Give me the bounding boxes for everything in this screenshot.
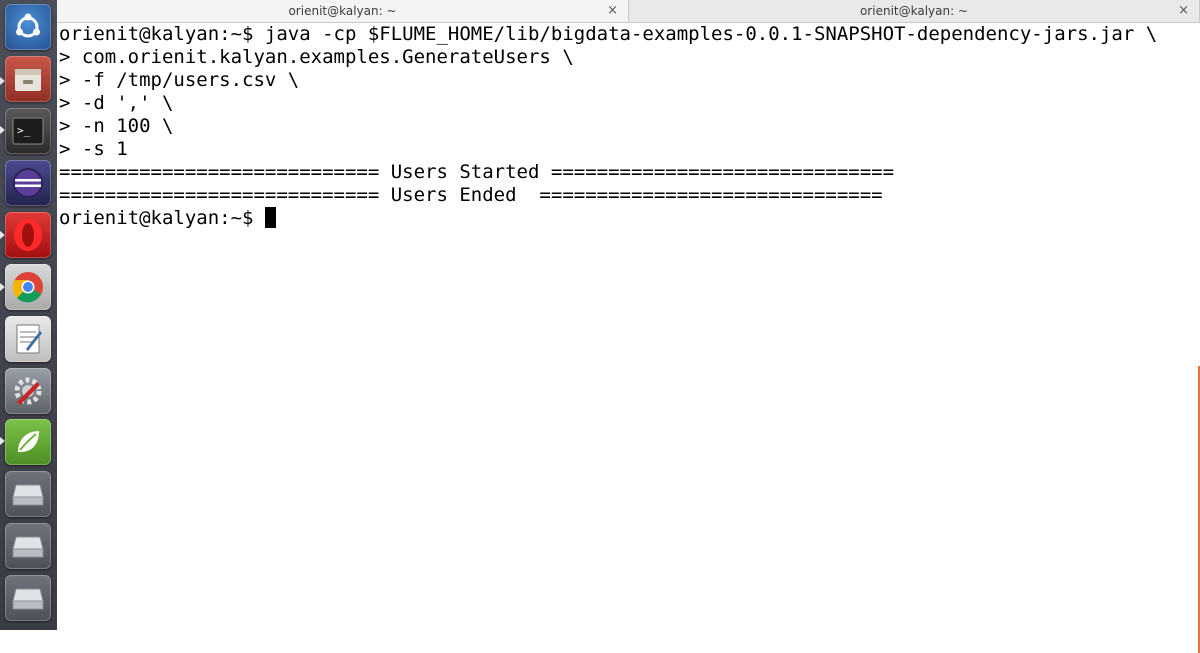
close-icon[interactable]: × — [1178, 3, 1189, 19]
drive-icon[interactable] — [5, 471, 51, 517]
terminal-icon[interactable]: >_ — [5, 108, 51, 154]
terminal-output[interactable]: orienit@kalyan:~$ java -cp $FLUME_HOME/l… — [57, 23, 1200, 653]
terminal-line: > -n 100 \ — [59, 115, 174, 137]
terminal-line: > com.orienit.kalyan.examples.GenerateUs… — [59, 46, 574, 68]
text-cursor — [264, 207, 276, 228]
terminal-line: ============================ Users Start… — [59, 161, 895, 183]
terminal-line: > -d ',' \ — [59, 92, 174, 114]
terminal-line: ============================ Users Ended… — [59, 184, 883, 206]
ubuntu-dash-icon[interactable] — [5, 4, 51, 50]
terminal-prompt-line: orienit@kalyan:~$ — [59, 207, 276, 230]
chrome-icon[interactable] — [5, 264, 51, 310]
drive-icon[interactable] — [5, 575, 51, 621]
drive-icon[interactable] — [5, 523, 51, 569]
terminal-tab-bar: orienit@kalyan: ~ × orienit@kalyan: ~ × — [57, 0, 1200, 23]
close-icon[interactable]: × — [607, 3, 618, 19]
terminal-line: > -s 1 — [59, 138, 128, 160]
terminal-line: > -f /tmp/users.csv \ — [59, 69, 300, 91]
opera-icon[interactable] — [5, 212, 51, 258]
terminal-line: orienit@kalyan:~$ java -cp $FLUME_HOME/l… — [59, 23, 1158, 45]
tab-terminal-2[interactable]: orienit@kalyan: ~ × — [629, 0, 1200, 22]
svg-text:>_: >_ — [17, 124, 31, 137]
tab-terminal-1[interactable]: orienit@kalyan: ~ × — [57, 0, 629, 22]
terminal-prompt: orienit@kalyan:~$ — [59, 207, 265, 229]
text-editor-icon[interactable] — [5, 316, 51, 362]
files-icon[interactable] — [5, 56, 51, 102]
tab-title: orienit@kalyan: ~ — [288, 4, 397, 18]
unity-launcher: >_ — [0, 0, 58, 630]
spring-tool-suite-icon[interactable] — [5, 419, 51, 465]
eclipse-icon[interactable] — [5, 160, 51, 206]
system-settings-icon[interactable] — [5, 368, 51, 414]
tab-title: orienit@kalyan: ~ — [859, 4, 969, 18]
